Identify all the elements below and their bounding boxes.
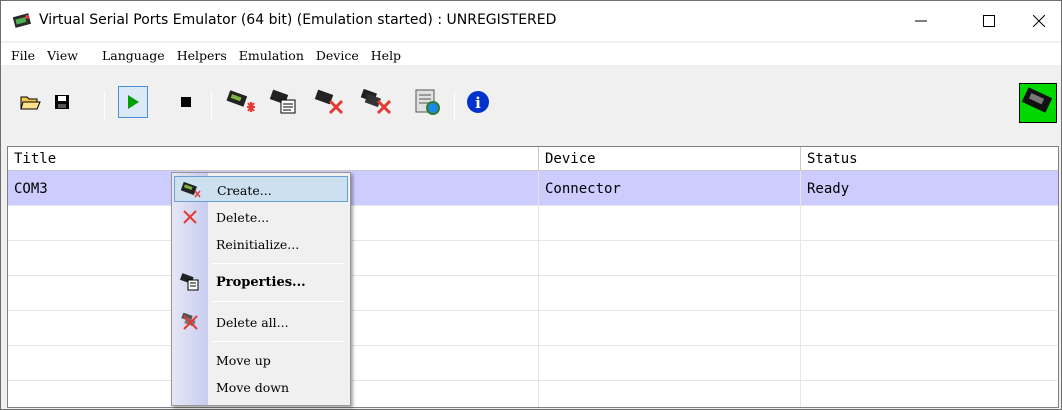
- context-menu-delete-all[interactable]: Delete all...: [174, 309, 348, 335]
- menu-bar: File View Language Helpers Emulation Dev…: [1, 43, 1061, 65]
- app-icon: [12, 12, 33, 30]
- context-menu-separator: [212, 301, 344, 302]
- properties-icon: [180, 272, 200, 292]
- menu-language[interactable]: Language: [84, 43, 171, 65]
- toolbar: i: [1, 83, 1061, 133]
- context-menu-reinitialize-label: Reinitialize...: [216, 237, 300, 252]
- toolbar-separator: [211, 91, 212, 119]
- context-menu-move-up-label: Move up: [216, 353, 271, 368]
- properties-icon[interactable]: [267, 86, 301, 118]
- empty-cell: [539, 346, 801, 381]
- table-row[interactable]: COM3 Connector Ready: [8, 171, 1058, 206]
- create-device-icon: [181, 180, 201, 200]
- port-list[interactable]: Title Device Status COM3 Connector Ready: [7, 146, 1059, 408]
- maximize-button[interactable]: [966, 1, 1012, 41]
- empty-cell: [539, 206, 801, 241]
- close-button[interactable]: [1016, 1, 1062, 41]
- context-menu-delete-label: Delete...: [216, 210, 270, 225]
- cell-status: Ready: [807, 181, 850, 197]
- context-menu-delete[interactable]: Delete...: [174, 204, 348, 230]
- context-menu-create-label: Create...: [217, 183, 272, 198]
- empty-cell: [539, 381, 801, 407]
- list-header: Title Device Status: [8, 147, 1058, 171]
- save-icon[interactable]: [47, 86, 77, 118]
- context-menu-properties-label: Properties...: [216, 275, 306, 290]
- column-header-device[interactable]: Device: [539, 147, 801, 171]
- info-icon[interactable]: i: [463, 86, 493, 118]
- menu-view[interactable]: View: [41, 43, 84, 65]
- start-emulation-icon[interactable]: [118, 86, 148, 118]
- toolbar-separator: [104, 91, 105, 119]
- delete-icon: [180, 207, 200, 227]
- column-header-title[interactable]: Title: [8, 147, 539, 171]
- create-device-icon[interactable]: [223, 86, 259, 118]
- open-icon[interactable]: [15, 86, 45, 118]
- connector-status-icon: [1019, 83, 1057, 123]
- empty-row: [8, 241, 1058, 276]
- context-menu-properties[interactable]: Properties...: [174, 269, 348, 295]
- menu-helpers[interactable]: Helpers: [171, 43, 233, 65]
- data-logger-icon[interactable]: [409, 86, 445, 118]
- minimize-button[interactable]: [898, 1, 944, 41]
- delete-all-icon: [180, 312, 200, 332]
- menu-help[interactable]: Help: [365, 43, 407, 65]
- empty-row: [8, 311, 1058, 346]
- empty-row: [8, 276, 1058, 311]
- context-menu: Create... Delete... Reinitialize... Prop…: [171, 172, 351, 406]
- cell-device: Connector: [539, 171, 801, 206]
- context-menu-move-down-label: Move down: [216, 380, 290, 395]
- empty-cell: [539, 276, 801, 311]
- context-menu-move-down[interactable]: Move down: [174, 374, 348, 400]
- empty-row: [8, 346, 1058, 381]
- window-title: Virtual Serial Ports Emulator (64 bit) (…: [39, 12, 557, 28]
- menu-file[interactable]: File: [1, 43, 41, 65]
- menu-device[interactable]: Device: [310, 43, 365, 65]
- empty-row: [8, 206, 1058, 241]
- context-menu-move-up[interactable]: Move up: [174, 347, 348, 373]
- title-bar: Virtual Serial Ports Emulator (64 bit) (…: [1, 1, 1061, 41]
- svg-text:i: i: [475, 94, 481, 112]
- empty-cell: [539, 241, 801, 276]
- menu-emulation[interactable]: Emulation: [233, 43, 310, 65]
- column-header-status[interactable]: Status: [801, 147, 1058, 171]
- stop-emulation-icon[interactable]: [171, 86, 201, 118]
- delete-all-icon[interactable]: [357, 86, 397, 118]
- app-window: Virtual Serial Ports Emulator (64 bit) (…: [0, 0, 1062, 410]
- context-menu-separator: [212, 263, 344, 264]
- context-menu-create[interactable]: Create...: [174, 176, 348, 202]
- context-menu-delete-all-label: Delete all...: [216, 315, 289, 330]
- context-menu-separator: [212, 341, 344, 342]
- empty-row: [8, 381, 1058, 407]
- delete-device-icon[interactable]: [311, 86, 347, 118]
- context-menu-reinitialize[interactable]: Reinitialize...: [174, 231, 348, 257]
- toolbar-separator: [454, 91, 455, 119]
- empty-cell: [539, 311, 801, 346]
